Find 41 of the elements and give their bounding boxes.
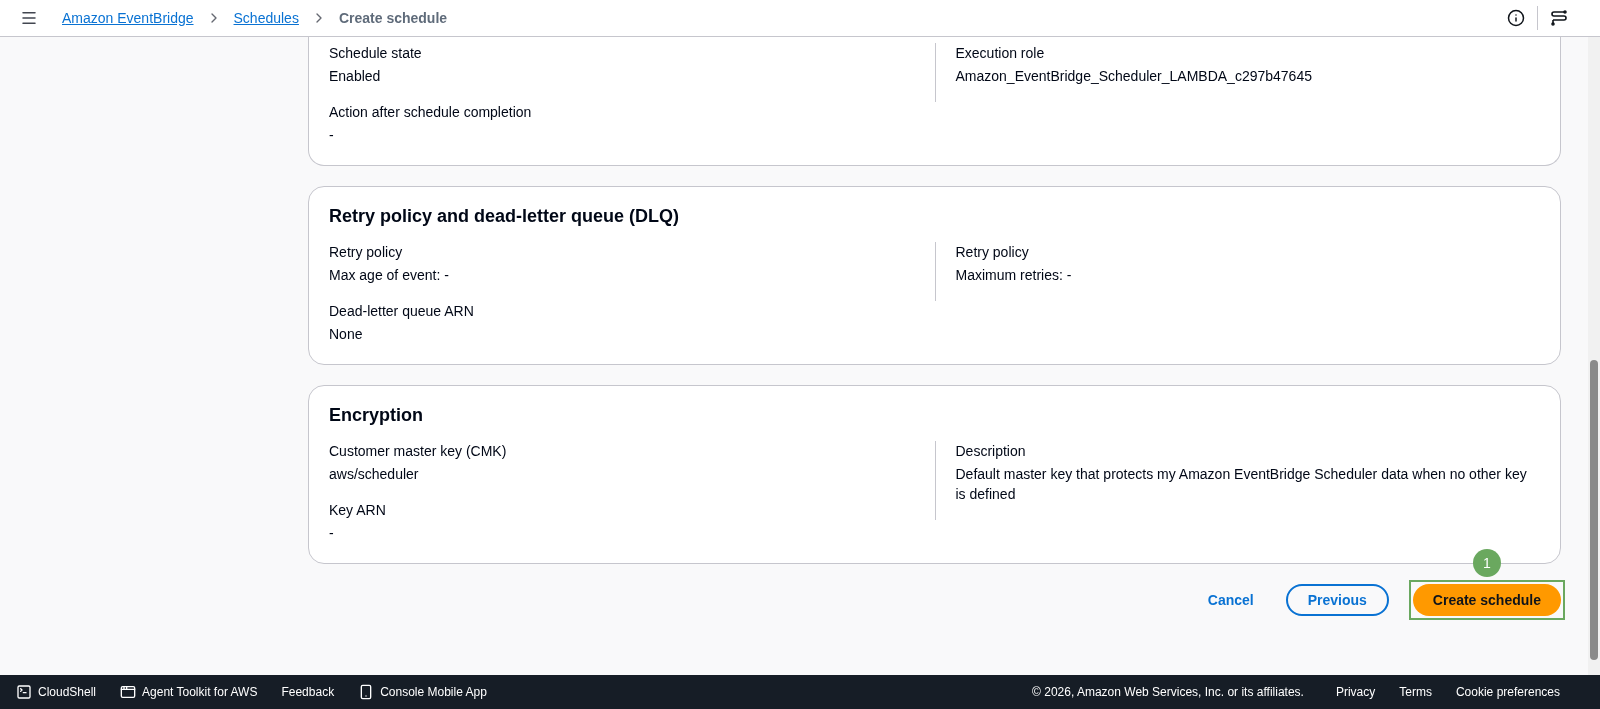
field-value: - <box>329 126 335 145</box>
breadcrumb-link[interactable]: Amazon EventBridge <box>62 7 194 29</box>
field-label: Customer master key (CMK) <box>329 442 508 461</box>
breadcrumb-current: Create schedule <box>338 8 448 28</box>
footer-link[interactable]: Cookie preferences <box>1455 683 1560 701</box>
field-value: Max age of event: - <box>329 266 450 285</box>
terminal-icon <box>16 684 32 700</box>
scrollbar[interactable] <box>1588 37 1600 675</box>
window-icon <box>120 684 137 700</box>
create-schedule-button[interactable]: Create schedule <box>1412 584 1561 616</box>
cancel-button[interactable]: Cancel <box>1195 589 1266 611</box>
footer-link[interactable]: Console Mobile App <box>358 683 487 701</box>
field-value: Amazon_EventBridge_Scheduler_LAMBDA_c297b47645 <box>955 67 1313 86</box>
breadcrumb-link[interactable]: Schedules <box>233 7 299 29</box>
field-value: Default master key that protects my Amazon EventBridge Scheduler data when no other key is defined <box>955 465 1528 504</box>
field-label: Execution role <box>955 44 1046 63</box>
field-label: Action after schedule completion <box>329 103 533 122</box>
field-label: Retry policy <box>955 243 1030 262</box>
section-title: Encryption <box>329 404 424 427</box>
field-value: None <box>329 325 364 344</box>
copyright-text: © 2026, Amazon Web Services, Inc. or its affiliates. <box>1032 684 1304 701</box>
field-value: - <box>329 524 335 543</box>
field-label: Dead-letter queue ARN <box>329 302 475 321</box>
previous-button[interactable]: Previous <box>1285 584 1389 616</box>
footer-link[interactable]: Terms <box>1399 683 1432 701</box>
footer-link[interactable]: Feedback <box>281 683 335 701</box>
menu-icon[interactable] <box>20 9 38 27</box>
field-value: aws/scheduler <box>329 465 420 484</box>
field-value: Maximum retries: - <box>955 266 1073 285</box>
field-value: Enabled <box>329 67 382 86</box>
field-label: Schedule state <box>329 44 423 63</box>
section-title: Retry policy and dead-letter queue (DLQ) <box>329 205 681 228</box>
footer-link[interactable]: CloudShell <box>16 683 97 701</box>
field-label: Retry policy <box>329 243 404 262</box>
footer-link[interactable]: Agent Toolkit for AWS <box>120 683 258 701</box>
footer-link[interactable]: Privacy <box>1335 683 1376 701</box>
step-marker: 1 <box>1472 549 1501 577</box>
info-icon[interactable] <box>1507 9 1525 27</box>
field-label: Key ARN <box>329 501 387 520</box>
field-label: Description <box>955 442 1027 461</box>
split-panel-icon[interactable] <box>1550 9 1568 27</box>
